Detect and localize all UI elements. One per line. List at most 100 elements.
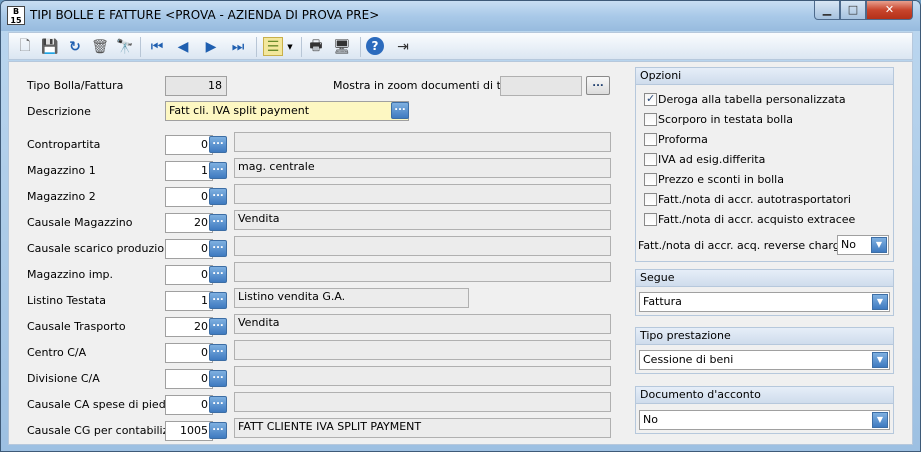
toolbar-separator <box>360 37 361 57</box>
lookup-button[interactable]: ... <box>209 422 227 439</box>
new-icon[interactable]: 🗋 <box>15 37 35 56</box>
app-icon[interactable]: B 15 <box>7 6 25 25</box>
mostra-zoom-lookup-button[interactable]: ... <box>586 76 610 95</box>
description-field <box>234 236 611 256</box>
code-field[interactable]: 0 <box>165 265 213 285</box>
close-button[interactable]: ✕ <box>866 1 913 20</box>
lookup-button[interactable]: ... <box>209 136 227 153</box>
chevron-down-icon[interactable]: ▼ <box>285 37 295 56</box>
code-field[interactable]: 0 <box>165 239 213 259</box>
field-label: Causale scarico produzione <box>27 242 178 255</box>
checkbox-label: Proforma <box>658 133 708 146</box>
lookup-button[interactable]: ... <box>209 162 227 179</box>
field-label: Centro C/A <box>27 346 87 359</box>
field-label: Causale Magazzino <box>27 216 133 229</box>
segue-select[interactable]: Fattura ▼ <box>639 292 890 312</box>
code-field[interactable]: 0 <box>165 395 213 415</box>
toolbar-separator <box>256 37 257 57</box>
search-icon[interactable]: 🔭 <box>115 37 135 56</box>
checkbox-label: IVA ad esig.differita <box>658 153 766 166</box>
lookup-button[interactable]: ... <box>209 292 227 309</box>
code-field[interactable]: 1005 <box>165 421 213 441</box>
chevron-down-icon[interactable]: ▼ <box>872 352 888 368</box>
toolbar: 🗋 💾 ↻ 🗑 🔭 ⏮ ◀ ▶ ⏭ ☰ ▼ 🖶 🖥 ? ⇥ <box>8 32 913 60</box>
tipo-prestazione-select[interactable]: Cessione di beni ▼ <box>639 350 890 370</box>
tipo-bolla-field: 18 <box>165 76 227 96</box>
code-field[interactable]: 0 <box>165 343 213 363</box>
label-reverse-charge: Fatt./nota di accr. acq. reverse charge <box>638 239 847 252</box>
code-field[interactable]: 1 <box>165 291 213 311</box>
list-icon[interactable]: ☰ <box>263 37 283 56</box>
lookup-button[interactable]: ... <box>209 188 227 205</box>
field-label: Magazzino imp. <box>27 268 114 281</box>
documento-acconto-select[interactable]: No ▼ <box>639 410 890 430</box>
descrizione-field[interactable]: Fatt cli. IVA split payment <box>165 101 409 121</box>
description-field <box>234 392 611 412</box>
checkbox-label: Scorporo in testata bolla <box>658 113 794 126</box>
code-field[interactable]: 20 <box>165 317 213 337</box>
lookup-button[interactable]: ... <box>209 214 227 231</box>
chevron-down-icon[interactable]: ▼ <box>871 237 887 253</box>
checkbox[interactable] <box>644 113 657 126</box>
field-label: Magazzino 1 <box>27 164 96 177</box>
checkbox-label: Deroga alla tabella personalizzata <box>658 93 846 106</box>
code-field[interactable]: 0 <box>165 369 213 389</box>
checkbox[interactable] <box>644 153 657 166</box>
next-icon[interactable]: ▶ <box>201 37 221 56</box>
description-field: FATT CLIENTE IVA SPLIT PAYMENT <box>234 418 611 438</box>
code-field[interactable]: 1 <box>165 161 213 181</box>
delete-icon[interactable]: 🗑 <box>90 37 110 56</box>
checkbox[interactable] <box>644 92 657 106</box>
segue-group: Segue Fattura ▼ <box>635 269 894 316</box>
lookup-button[interactable]: ... <box>209 318 227 335</box>
first-icon[interactable]: ⏮ <box>147 37 167 56</box>
lookup-button[interactable]: ... <box>209 396 227 413</box>
descrizione-lookup-button[interactable]: ... <box>391 102 409 119</box>
minimize-button[interactable]: ▁ <box>814 1 840 20</box>
label-mostra-zoom: Mostra in zoom documenti di tipo <box>333 79 518 92</box>
title-bar[interactable]: B 15 TIPI BOLLE E FATTURE <PROVA - AZIEND… <box>1 1 920 31</box>
print-icon[interactable]: 🖶 <box>306 37 326 56</box>
field-label: Listino Testata <box>27 294 106 307</box>
last-icon[interactable]: ⏭ <box>228 37 248 56</box>
preview-icon[interactable]: 🖥 <box>332 37 352 56</box>
code-field[interactable]: 0 <box>165 135 213 155</box>
code-field[interactable]: 20 <box>165 213 213 233</box>
description-field: Vendita <box>234 314 611 334</box>
chevron-down-icon[interactable]: ▼ <box>872 412 888 428</box>
tipo-prestazione-header: Tipo prestazione <box>636 328 893 345</box>
reverse-charge-select[interactable]: No ▼ <box>837 235 889 255</box>
lookup-button[interactable]: ... <box>209 240 227 257</box>
help-icon[interactable]: ? <box>366 37 384 55</box>
description-field <box>234 366 611 386</box>
segue-header: Segue <box>636 270 893 287</box>
lookup-button[interactable]: ... <box>209 370 227 387</box>
checkbox[interactable] <box>644 193 657 206</box>
exit-icon[interactable]: ⇥ <box>393 37 413 56</box>
maximize-button[interactable]: □ <box>840 1 866 20</box>
field-label: Causale CA spese di piede <box>27 398 173 411</box>
code-field[interactable]: 0 <box>165 187 213 207</box>
label-descrizione: Descrizione <box>27 105 91 118</box>
lookup-button[interactable]: ... <box>209 266 227 283</box>
prev-icon[interactable]: ◀ <box>173 37 193 56</box>
field-label: Magazzino 2 <box>27 190 96 203</box>
checkbox[interactable] <box>644 133 657 146</box>
description-field: Listino vendita G.A. <box>234 288 469 308</box>
description-field <box>234 340 611 360</box>
toolbar-separator <box>301 37 302 57</box>
description-field <box>234 262 611 282</box>
description-field <box>234 132 611 152</box>
chevron-down-icon[interactable]: ▼ <box>872 294 888 310</box>
lookup-button[interactable]: ... <box>209 344 227 361</box>
checkbox-label: Fatt./nota di accr. acquisto extracee <box>658 213 856 226</box>
mostra-zoom-field[interactable] <box>500 76 582 96</box>
undo-icon[interactable]: ↻ <box>65 37 85 56</box>
checkbox-label: Fatt./nota di accr. autotrasportatori <box>658 193 851 206</box>
form-area: Tipo Bolla/Fattura 18 Mostra in zoom doc… <box>8 61 913 445</box>
save-icon[interactable]: 💾 <box>40 37 60 56</box>
checkbox[interactable] <box>644 173 657 186</box>
checkbox[interactable] <box>644 213 657 226</box>
field-label: Divisione C/A <box>27 372 100 385</box>
field-label: Causale Trasporto <box>27 320 126 333</box>
